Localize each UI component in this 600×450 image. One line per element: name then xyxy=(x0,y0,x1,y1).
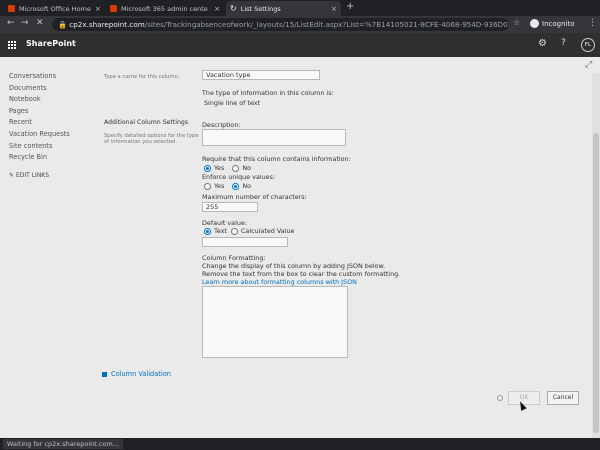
scrollbar[interactable] xyxy=(592,73,600,438)
tab-title: List Settings xyxy=(240,4,281,13)
stop-loading-icon[interactable]: ✕ xyxy=(36,18,44,28)
column-name-input[interactable]: Vacation type xyxy=(202,70,320,80)
edit-links-button[interactable]: ✎ EDIT LINKS xyxy=(9,170,70,182)
formatting-json-textarea[interactable] xyxy=(202,286,348,358)
default-text-radio[interactable] xyxy=(204,227,211,235)
nav-item-conversations[interactable]: Conversations xyxy=(9,71,70,83)
expand-icon xyxy=(102,371,107,377)
radio-label: No xyxy=(242,164,252,172)
nav-item-documents[interactable]: Documents xyxy=(9,83,70,95)
help-icon[interactable]: ? xyxy=(561,38,566,48)
cancel-button[interactable]: Cancel xyxy=(547,391,579,405)
brand-title[interactable]: SharePoint xyxy=(26,39,76,48)
browser-status-bar: Waiting for cp2x.sharepoint.com... xyxy=(0,438,600,450)
unique-no-radio[interactable] xyxy=(232,182,240,190)
unique-radio-group: Yes No xyxy=(204,182,251,190)
url-path: /sites/Trackingabsenceofwork/_layouts/15… xyxy=(144,20,509,29)
radio-label: Yes xyxy=(214,164,225,172)
require-radio-group: Yes No xyxy=(204,164,251,172)
browser-toolbar: ← → ✕ 🔒 cp2x.sharepoint.com/sites/Tracki… xyxy=(0,16,600,33)
back-arrow-icon[interactable]: ← xyxy=(7,18,15,28)
close-tab-icon[interactable]: × xyxy=(91,5,101,13)
max-chars-label: Maximum number of characters: xyxy=(202,193,307,201)
quick-launch-nav: Conversations Documents Notebook Pages R… xyxy=(9,71,70,181)
office-favicon-icon xyxy=(110,5,117,12)
require-label: Require that this column contains inform… xyxy=(202,155,351,163)
incognito-indicator[interactable]: Incognito xyxy=(530,19,574,28)
forward-arrow-icon[interactable]: → xyxy=(21,18,29,28)
incognito-label: Incognito xyxy=(542,19,575,28)
require-no-radio[interactable] xyxy=(232,164,240,172)
additional-settings-help: Specify detailed options for the type of… xyxy=(104,133,199,146)
address-bar[interactable]: 🔒 cp2x.sharepoint.com/sites/Trackingabse… xyxy=(52,18,509,31)
description-textarea[interactable] xyxy=(202,129,346,146)
avatar[interactable]: FL xyxy=(581,38,595,52)
column-validation-label: Column Validation xyxy=(111,370,171,378)
browser-menu-icon[interactable]: ⋮ xyxy=(588,18,597,28)
column-name-help: Type a name for this column. xyxy=(104,74,180,80)
radio-label: Calculated Value xyxy=(240,227,295,235)
app-launcher-icon[interactable] xyxy=(8,41,16,49)
lock-icon: 🔒 xyxy=(58,20,67,29)
nav-item-recycle-bin[interactable]: Recycle Bin xyxy=(9,152,70,164)
radio-label: Text xyxy=(214,227,227,235)
formatting-help-line2: Remove the text from the box to clear th… xyxy=(202,270,401,278)
nav-item-pages[interactable]: Pages xyxy=(9,106,70,118)
radio-label: No xyxy=(242,182,252,190)
max-chars-input[interactable]: 255 xyxy=(202,202,258,212)
edit-links-label: EDIT LINKS xyxy=(15,171,50,179)
nav-item-vacation-requests[interactable]: Vacation Requests xyxy=(9,129,70,141)
column-validation-toggle[interactable]: Column Validation xyxy=(102,370,171,378)
page-content: ⤢ Conversations Documents Notebook Pages… xyxy=(0,57,600,438)
require-yes-radio[interactable] xyxy=(204,164,211,172)
unique-yes-radio[interactable] xyxy=(204,182,211,190)
url-host: cp2x.sharepoint.com xyxy=(69,20,145,29)
tab-title: Microsoft 365 admin cente xyxy=(121,4,208,13)
loading-spinner-icon xyxy=(497,395,503,401)
new-tab-button[interactable]: + xyxy=(346,1,354,12)
status-text: Waiting for cp2x.sharepoint.com... xyxy=(3,439,123,449)
loading-spinner-icon: ↻ xyxy=(230,4,237,13)
tab-admin-center[interactable]: Microsoft 365 admin cente × xyxy=(106,1,224,16)
default-value-label: Default value: xyxy=(202,219,247,227)
nav-item-notebook[interactable]: Notebook xyxy=(9,94,70,106)
formatting-help-line1: Change the display of this column by add… xyxy=(202,262,386,270)
formatting-label: Column Formatting: xyxy=(202,254,266,262)
scrollbar-thumb[interactable] xyxy=(593,133,599,433)
close-tab-icon[interactable]: × xyxy=(327,5,337,13)
tab-list-settings[interactable]: ↻ List Settings × xyxy=(226,1,341,16)
default-calculated-radio[interactable] xyxy=(230,227,238,235)
tab-title: Microsoft Office Home xyxy=(19,4,91,13)
incognito-icon xyxy=(530,19,539,28)
additional-settings-title: Additional Column Settings xyxy=(104,119,189,126)
bookmark-star-icon[interactable]: ☆ xyxy=(513,18,520,27)
gear-icon[interactable]: ⚙ xyxy=(538,38,547,49)
type-info-value: Single line of text xyxy=(204,99,261,107)
nav-item-site-contents[interactable]: Site contents xyxy=(9,141,70,153)
tab-office-home[interactable]: Microsoft Office Home × xyxy=(4,1,104,16)
unique-label: Enforce unique values: xyxy=(202,173,276,181)
type-info-label: The type of information in this column i… xyxy=(202,89,334,97)
pencil-icon: ✎ xyxy=(9,171,15,179)
radio-label: Yes xyxy=(214,182,225,190)
focus-mode-icon[interactable]: ⤢ xyxy=(585,60,592,70)
default-value-radio-group: Text Calculated Value xyxy=(204,227,294,235)
nav-item-recent[interactable]: Recent xyxy=(9,117,70,129)
default-value-input[interactable] xyxy=(202,237,288,247)
formatting-json-link[interactable]: Learn more about formatting columns with… xyxy=(202,278,357,286)
close-tab-icon[interactable]: × xyxy=(210,5,220,13)
description-label: Description: xyxy=(202,121,241,129)
sharepoint-suite-bar: SharePoint ⚙ ? FL xyxy=(0,33,600,57)
browser-tab-bar: Microsoft Office Home × Microsoft 365 ad… xyxy=(0,0,600,16)
office-favicon-icon xyxy=(8,5,15,12)
